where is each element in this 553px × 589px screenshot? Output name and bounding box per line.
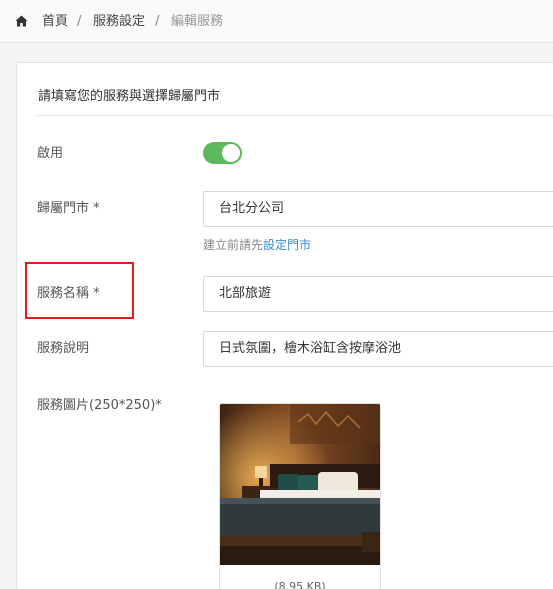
enabled-toggle[interactable] [203,142,242,164]
service-name-label: 服務名稱 * [37,286,100,301]
service-image-card[interactable]: (8.95 KB) [219,403,381,589]
breadcrumb-service-settings-link[interactable]: 服務設定 [93,13,145,31]
breadcrumb-home-link[interactable]: 首頁 [42,13,68,31]
breadcrumb-separator: / [77,14,82,29]
home-icon[interactable] [15,15,28,27]
form-divider [37,115,553,116]
store-select[interactable]: 台北分公司 [203,191,553,227]
service-description-input[interactable]: 日式氛圍，檜木浴缸含按摩浴池 [203,331,553,367]
set-store-link[interactable]: 設定門市 [263,238,311,252]
breadcrumb: 首頁 / 服務設定 / 編輯服務 [0,0,553,43]
store-hint: 建立前請先設定門市 [203,237,311,253]
image-file-size: (8.95 KB) [274,580,326,589]
store-label: 歸屬門市 * [37,201,100,216]
service-image [220,404,380,565]
service-name-input[interactable]: 北部旅遊 [203,276,553,312]
toggle-knob [222,144,240,162]
breadcrumb-current: 編輯服務 [171,14,224,29]
store-hint-text: 建立前請先 [203,238,264,252]
service-description-label: 服務說明 [37,341,90,356]
form-title: 請填寫您的服務與選擇歸屬門市 [38,89,221,104]
enabled-label: 啟用 [37,146,64,161]
breadcrumb-separator: / [155,14,160,29]
service-image-label: 服務圖片(250*250)* [37,398,162,413]
